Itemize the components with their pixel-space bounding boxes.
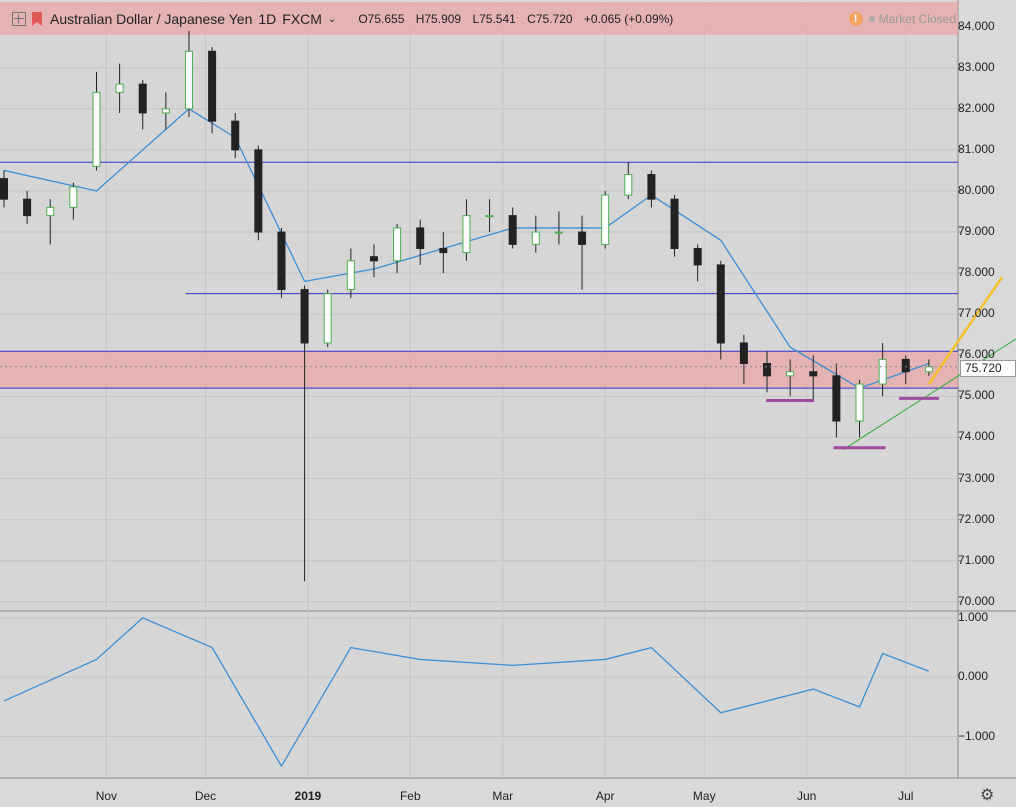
candle-body: [231, 120, 240, 151]
candle-body: [578, 231, 587, 245]
chevron-down-icon[interactable]: ⌄: [328, 14, 336, 25]
candle-body: [739, 342, 748, 365]
candle-body: [254, 149, 263, 233]
candle-body: [693, 247, 702, 266]
chart-header: Australian Dollar / Japanese Yen 1D FXCM…: [0, 7, 681, 31]
candle-body: [92, 91, 101, 167]
last-price-tag: 75.720: [960, 360, 1016, 377]
candle-body: [763, 363, 772, 377]
close-value: C75.720: [527, 12, 573, 26]
symbol-name[interactable]: Australian Dollar / Japanese Yen: [50, 11, 252, 27]
candle-body: [439, 247, 448, 254]
time-tick-label: Nov: [95, 789, 118, 803]
price-tick-label: 78.000: [958, 265, 995, 280]
candle-body: [485, 215, 494, 218]
candle-body: [716, 264, 725, 344]
candle-body: [786, 371, 795, 377]
status-dot-icon: [868, 16, 875, 22]
time-tick-label: May: [692, 789, 716, 803]
candle-body: [416, 227, 425, 249]
osc-tick-label: −1.000: [958, 728, 996, 743]
candle-body: [924, 366, 933, 373]
osc-tick-label: 1.000: [958, 609, 989, 624]
candle-body: [323, 293, 332, 344]
time-tick-label: Mar: [492, 789, 514, 803]
price-chart[interactable]: [0, 0, 1016, 807]
time-tick-label: Jun: [796, 789, 817, 803]
candle-body: [832, 375, 841, 422]
oscillator-pane: [0, 612, 958, 778]
candle-body: [46, 206, 55, 217]
candle-body: [554, 231, 563, 234]
candle-body: [647, 174, 656, 200]
candle-body: [277, 231, 286, 291]
price-tick-label: 83.000: [958, 59, 995, 74]
candle-body: [508, 215, 517, 245]
market-status-label: Market Closed: [878, 12, 956, 26]
candle-body: [300, 289, 309, 344]
candle-body: [0, 178, 8, 200]
candle-body: [69, 186, 78, 208]
time-tick-label: Jul: [898, 789, 914, 803]
candle-body: [809, 371, 818, 377]
candle-body: [393, 227, 402, 262]
candle-body: [23, 198, 32, 217]
candle-body: [670, 198, 679, 249]
candle-body: [601, 194, 610, 245]
low-value: L75.541: [472, 12, 516, 26]
interval-label[interactable]: 1D: [258, 11, 276, 27]
time-tick-label: Apr: [595, 789, 615, 803]
candle-body: [369, 256, 378, 262]
candle-body: [462, 215, 471, 254]
price-tick-label: 75.000: [958, 388, 995, 403]
candle-body: [531, 231, 540, 245]
price-tick-label: 82.000: [958, 100, 995, 115]
candle-body: [184, 50, 193, 110]
time-tick-label: Feb: [399, 789, 421, 803]
price-tick-label: 79.000: [958, 224, 995, 239]
candle-body: [161, 108, 170, 114]
chart-window: Australian Dollar / Japanese Yen 1D FXCM…: [0, 0, 1016, 807]
price-tick-label: 77.000: [958, 306, 995, 321]
candle-body: [208, 50, 217, 122]
time-tick-label: 2019: [294, 789, 322, 803]
osc-tick-label: 0.000: [958, 669, 989, 684]
candle-body: [624, 174, 633, 196]
price-tick-label: 70.000: [958, 593, 995, 608]
price-tick-label: 74.000: [958, 429, 995, 444]
candle-body: [138, 83, 147, 114]
price-tick-label: 71.000: [958, 552, 995, 567]
warning-icon[interactable]: !: [848, 12, 863, 26]
price-tick-label: 81.000: [958, 141, 995, 156]
candle-body: [855, 383, 864, 422]
supply-zone: [0, 351, 958, 389]
gear-icon[interactable]: ⚙: [980, 785, 994, 805]
price-tick-label: 72.000: [958, 511, 995, 526]
change-value: +0.065 (+0.09%): [583, 12, 674, 26]
market-status: ! Market Closed: [848, 12, 956, 26]
candle-body: [878, 358, 887, 385]
time-tick-label: Dec: [194, 789, 217, 803]
high-value: H75.909: [415, 12, 462, 26]
price-tick-label: 80.000: [958, 182, 995, 197]
ohlc-readout: O75.655 H75.909 L75.541 C75.720 +0.065 (…: [358, 12, 681, 26]
price-tick-label: 73.000: [958, 470, 995, 485]
candle-body: [901, 358, 910, 373]
open-value: O75.655: [358, 12, 405, 26]
price-tick-label: 84.000: [958, 18, 995, 33]
expand-icon[interactable]: [12, 12, 26, 26]
bookmark-flag-icon[interactable]: [32, 12, 42, 26]
exchange-label[interactable]: FXCM: [282, 11, 322, 27]
candle-body: [115, 83, 124, 93]
candle-body: [346, 260, 355, 291]
